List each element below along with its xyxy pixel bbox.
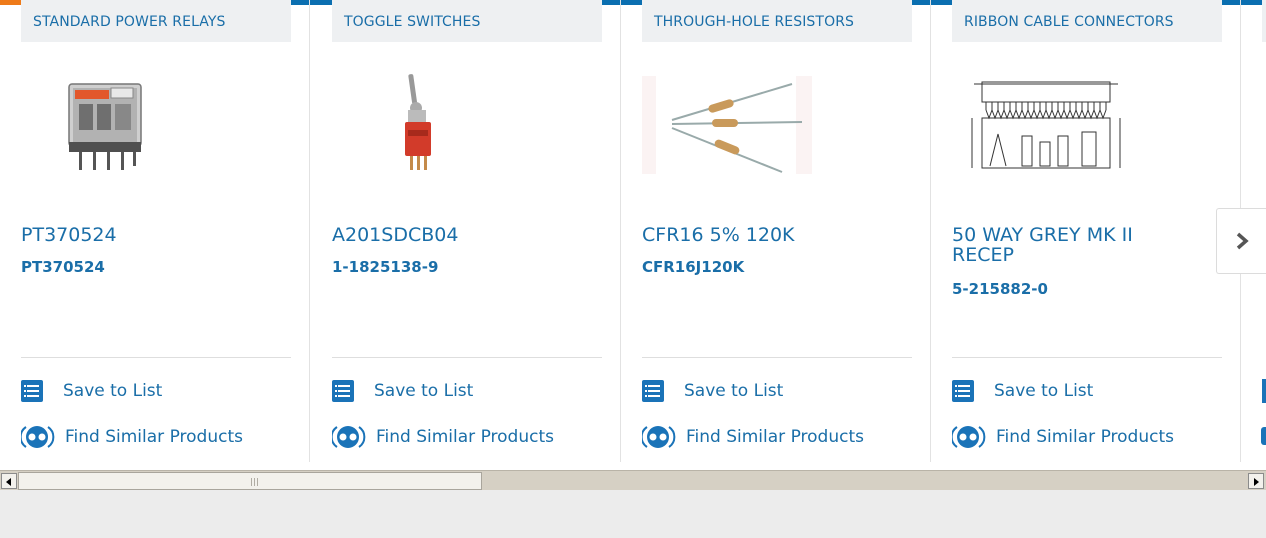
resistor-image [642,76,812,174]
product-carousel: STANDARD POWER RELAYS PT370524 PT370524 [0,0,1266,470]
category-link[interactable]: TOGGLE SWITCHES [332,0,602,42]
product-title-link[interactable]: CFR16 5% 120K [642,225,882,245]
product-card: RIBBON CABLE CONNECTORS 50 WAY GREY MK I… [931,0,1241,462]
find-similar-label: Find Similar Products [65,427,243,447]
divider [332,357,602,358]
partial-save-icon [1262,379,1266,403]
save-to-list-button[interactable]: Save to List [332,379,473,403]
save-to-list-label: Save to List [684,381,784,401]
product-card: TOGGLE SWITCHES A201SDCB04 1-1825138-9 S… [311,0,621,462]
product-image[interactable] [952,76,1152,186]
save-to-list-label: Save to List [374,381,474,401]
scroll-right-button[interactable] [1248,473,1264,489]
save-to-list-button[interactable]: Save to List [952,379,1093,403]
horizontal-scrollbar[interactable] [0,470,1266,490]
category-link[interactable]: THROUGH-HOLE RESISTORS [642,0,912,42]
scroll-grip [251,478,252,486]
similar-products-icon [642,426,676,448]
find-similar-button[interactable]: Find Similar Products [21,424,243,450]
save-to-list-button[interactable]: Save to List [642,379,783,403]
chevron-right-icon [1236,232,1249,250]
part-number-link[interactable]: PT370524 [21,258,105,276]
product-title-link[interactable]: PT370524 [21,225,261,245]
category-link[interactable]: RIBBON CABLE CONNECTORS [952,0,1222,42]
product-image[interactable] [332,72,532,182]
divider [642,357,912,358]
divider [21,357,291,358]
save-to-list-button[interactable]: Save to List [21,379,162,403]
category-link[interactable]: STANDARD POWER RELAYS [21,0,291,42]
find-similar-label: Find Similar Products [996,427,1174,447]
product-image[interactable] [642,76,842,186]
save-to-list-label: Save to List [63,381,163,401]
find-similar-button[interactable]: Find Similar Products [952,424,1174,450]
divider [952,357,1222,358]
list-check-icon [642,380,664,402]
similar-products-icon [21,426,55,448]
arrow-right-icon [1254,478,1259,486]
connector-drawing-image [971,81,1121,169]
arrow-left-icon [6,478,11,486]
partial-next-card [1262,0,1266,42]
relay-image [68,83,142,170]
product-card: THROUGH-HOLE RESISTORS CFR16 5% 120K CFR… [621,0,931,462]
find-similar-button[interactable]: Find Similar Products [332,424,554,450]
part-number-link[interactable]: CFR16J120K [642,258,744,276]
product-image[interactable] [21,72,221,182]
product-title-link[interactable]: 50 WAY GREY MK II RECEP [952,225,1192,265]
find-similar-button[interactable]: Find Similar Products [642,424,864,450]
find-similar-label: Find Similar Products [686,427,864,447]
scroll-thumb[interactable] [18,472,482,490]
list-check-icon [952,380,974,402]
save-to-list-label: Save to List [994,381,1094,401]
part-number-link[interactable]: 1-1825138-9 [332,258,438,276]
toggle-switch-image [405,74,431,170]
list-check-icon [332,380,354,402]
similar-products-icon [952,426,986,448]
part-number-link[interactable]: 5-215882-0 [952,280,1048,298]
find-similar-label: Find Similar Products [376,427,554,447]
list-check-icon [21,380,43,402]
carousel-next-button[interactable] [1216,208,1266,274]
product-title-link[interactable]: A201SDCB04 [332,225,572,245]
product-card: STANDARD POWER RELAYS PT370524 PT370524 [0,0,310,462]
similar-products-icon [332,426,366,448]
scroll-left-button[interactable] [1,473,17,489]
partial-similar-icon [1261,427,1266,445]
